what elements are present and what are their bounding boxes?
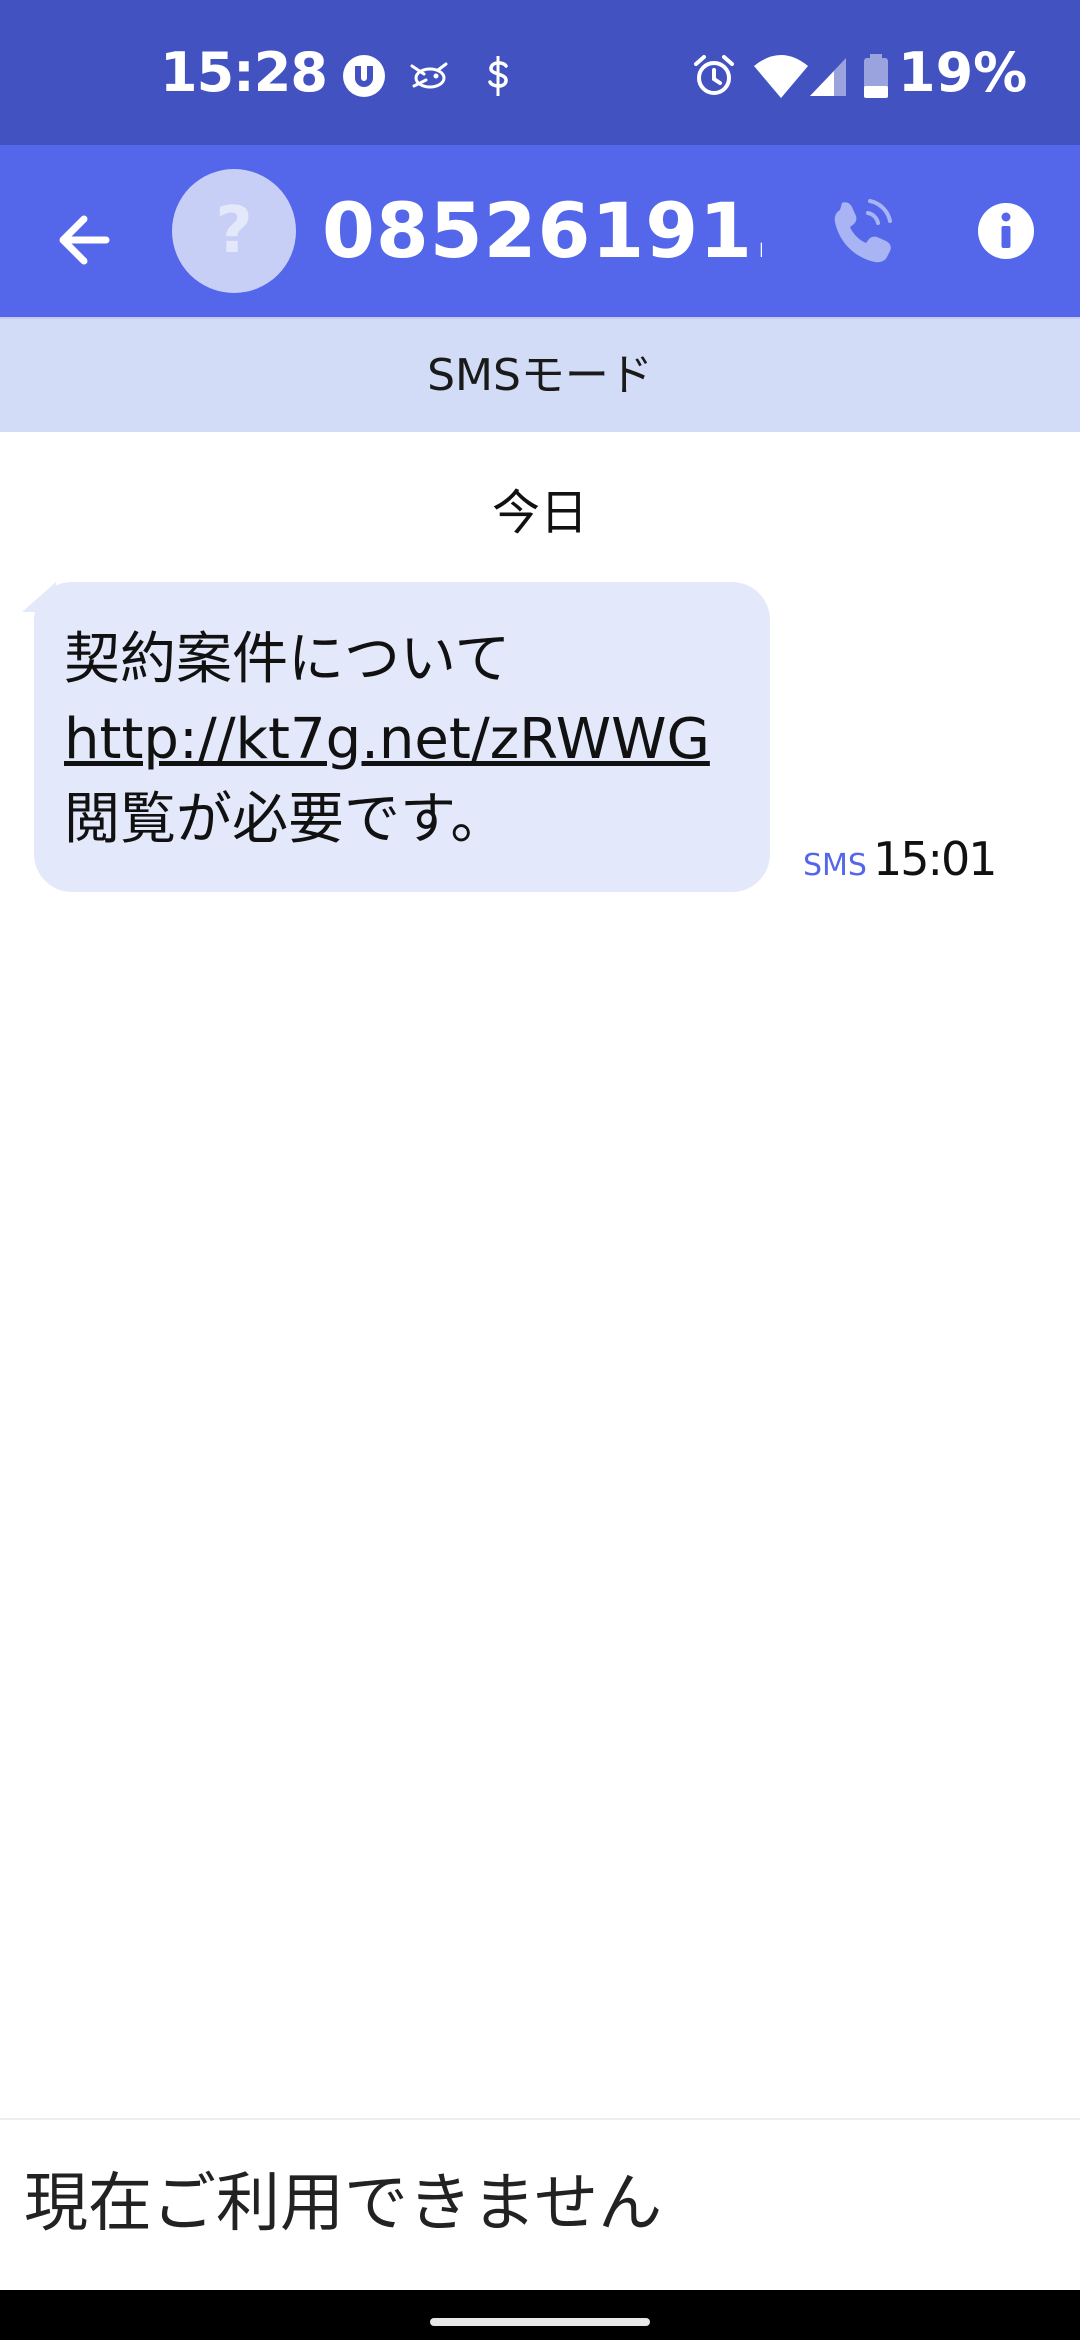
home-handle[interactable] <box>430 2318 650 2326</box>
phone-call-icon[interactable] <box>820 189 904 273</box>
back-arrow-icon[interactable] <box>40 195 130 285</box>
battery-icon <box>864 54 888 98</box>
info-icon[interactable] <box>970 195 1042 267</box>
message-timestamp: 15:01 <box>872 832 998 886</box>
compose-unavailable-text: 現在ご利用できません <box>24 2167 663 2241</box>
date-separator: 今日 <box>491 485 588 541</box>
status-bar: 15:28 19% <box>0 0 1080 145</box>
message-meta: SMS 15:01 <box>803 832 998 886</box>
message-bubble[interactable]: 契約案件について http://kt7g.net/zRWWG 閲覧が必要です。 <box>34 582 770 892</box>
signal-icon <box>810 58 846 96</box>
contact-name: 08526191... <box>322 186 762 275</box>
compose-area: 現在ご利用できません <box>0 2120 1080 2290</box>
screen: 15:28 19% ? 08526191 SMSモード 今日 契約案件について … <box>0 0 1080 2340</box>
unknown-contact-icon: ? <box>215 194 253 268</box>
bird-app-icon <box>410 62 448 89</box>
wifi-icon <box>754 55 808 98</box>
sms-mode-banner: SMSモード <box>0 317 1080 432</box>
app-bar: ? 08526191... <box>0 145 1080 317</box>
message-type-label: SMS <box>803 848 867 883</box>
status-time: 15:28 <box>160 41 328 104</box>
sms-mode-label: SMSモード <box>427 350 653 401</box>
message-text-line: 閲覧が必要です。 <box>64 787 507 852</box>
message-text-line: 契約案件について <box>64 627 511 692</box>
utorrent-icon <box>343 55 385 97</box>
message-link[interactable]: http://kt7g.net/zRWWG <box>64 700 740 780</box>
battery-percent: 19% <box>898 41 1028 104</box>
contact-avatar[interactable]: ? <box>172 169 296 293</box>
alarm-icon <box>694 55 734 95</box>
gesture-nav-bar <box>0 2290 1080 2340</box>
dollar-app-icon <box>488 56 508 96</box>
